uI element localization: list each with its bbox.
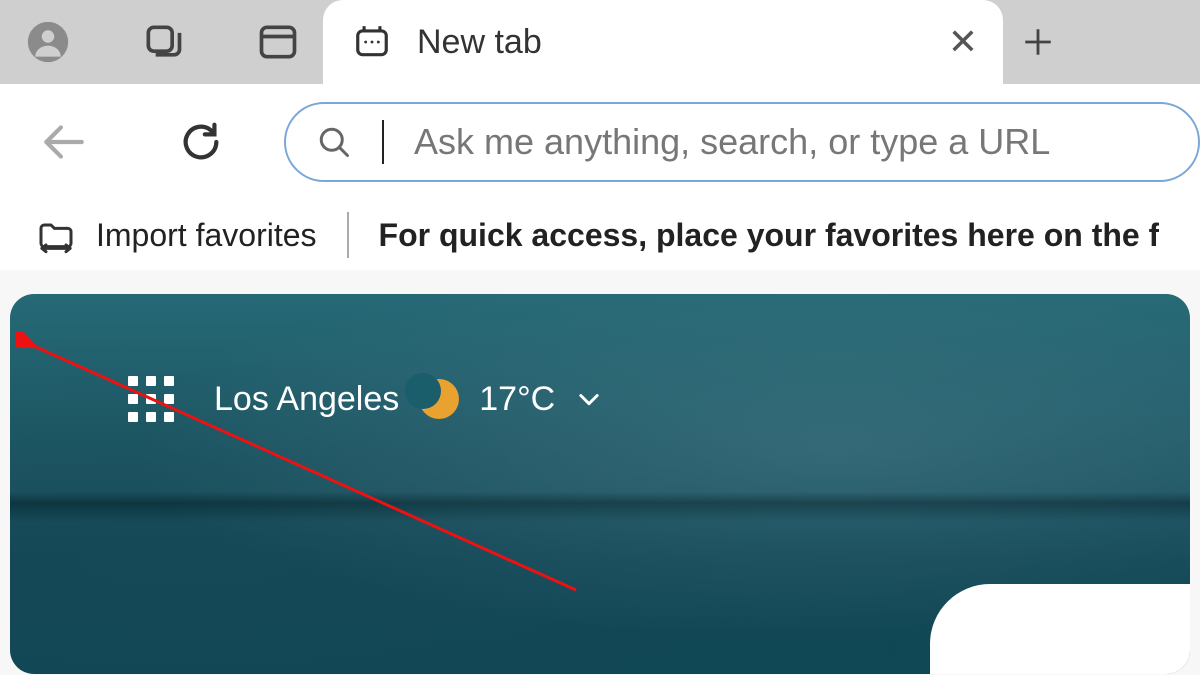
tab-active[interactable]: New tab ✕	[323, 0, 1003, 84]
user-icon	[26, 20, 70, 64]
favorites-bar: Import favorites For quick access, place…	[0, 200, 1200, 270]
workspaces-button[interactable]	[133, 0, 193, 84]
ntp-header: Los Angeles 17°C	[128, 376, 603, 422]
tab-actions-button[interactable]	[248, 0, 308, 84]
ntp-search-fragment	[930, 584, 1190, 674]
import-favorites-label: Import favorites	[96, 217, 317, 254]
import-favorites-button[interactable]: Import favorites	[36, 212, 349, 258]
refresh-button[interactable]	[178, 119, 224, 165]
toolbar	[0, 84, 1200, 200]
weather-temperature: 17°C	[479, 380, 555, 419]
ntp-content: Los Angeles 17°C	[10, 294, 1190, 674]
app-launcher-button[interactable]	[128, 376, 174, 422]
weather-city: Los Angeles	[214, 380, 399, 419]
close-tab-button[interactable]: ✕	[943, 21, 983, 63]
plus-icon	[1021, 25, 1055, 59]
favorites-hint: For quick access, place your favorites h…	[349, 217, 1160, 254]
back-button[interactable]	[38, 117, 88, 167]
weather-widget[interactable]: Los Angeles 17°C	[214, 379, 603, 419]
moon-icon	[419, 379, 459, 419]
workspaces-icon	[141, 20, 185, 64]
text-cursor	[382, 120, 384, 164]
ntp-tab-icon	[353, 23, 391, 61]
profile-button[interactable]	[18, 0, 78, 84]
address-input[interactable]	[414, 121, 1168, 163]
tab-title: New tab	[417, 23, 917, 62]
tab-strip: New tab ✕	[0, 0, 1200, 84]
arrow-left-icon	[38, 117, 88, 167]
chevron-down-icon	[575, 385, 603, 413]
address-bar[interactable]	[284, 102, 1200, 182]
import-favorites-icon	[36, 215, 76, 255]
tab-panel-icon	[256, 20, 300, 64]
new-tab-button[interactable]	[1003, 0, 1073, 84]
refresh-icon	[178, 119, 224, 165]
search-icon	[316, 124, 352, 160]
